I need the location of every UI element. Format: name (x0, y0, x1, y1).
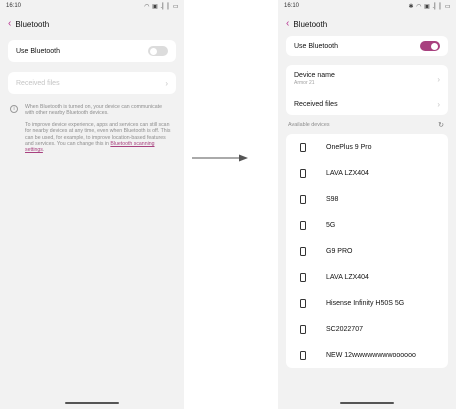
device-settings-card: Device name Armor 21 › Received files › (286, 65, 448, 115)
chevron-right-icon: › (165, 78, 168, 88)
device-name: Hisense Infinity H50S 5G (326, 299, 405, 307)
device-name: NEW 12wwwwwwwwoooooo (326, 351, 416, 359)
device-name: SC2022707 (326, 325, 363, 333)
title-bar: ‹ Bluetooth (278, 16, 456, 32)
back-arrow-icon[interactable]: ‹ (8, 19, 11, 29)
info-paragraph-1: When Bluetooth is turned on, your device… (25, 104, 162, 117)
use-bluetooth-card: Use Bluetooth (286, 36, 448, 56)
page-title: Bluetooth (15, 19, 50, 29)
back-arrow-icon[interactable]: ‹ (286, 19, 289, 29)
received-files-card: Received files › (8, 72, 176, 94)
received-files-row[interactable]: Received files › (286, 93, 448, 115)
use-bluetooth-card: Use Bluetooth (8, 40, 176, 62)
phone-icon (300, 194, 306, 204)
use-bluetooth-row[interactable]: Use Bluetooth (286, 36, 448, 56)
device-item[interactable]: 5G (286, 212, 448, 238)
received-files-label: Received files (16, 79, 60, 87)
refresh-spinner-icon: ↻ (438, 122, 444, 129)
status-time: 16:10 (6, 3, 22, 9)
bluetooth-toggle[interactable] (148, 46, 168, 56)
phone-icon (300, 324, 306, 334)
device-name-label: Device name (294, 72, 335, 79)
device-item[interactable]: LAVA LZX404 (286, 264, 448, 290)
phone-screen-bluetooth-on: 16:10 ✱ ◠ ▣ .▏▏▭ ‹ Bluetooth Use Bluetoo… (278, 0, 456, 409)
phone-icon (300, 220, 306, 230)
chevron-right-icon: › (437, 99, 440, 109)
status-icons: ◠ ▣ .▏▏▭ (144, 3, 179, 10)
device-item[interactable]: SC2022707 (286, 316, 448, 342)
device-name: LAVA LZX404 (326, 273, 369, 281)
device-item[interactable]: NEW 12wwwwwwwwoooooo (286, 342, 448, 368)
info-text: When Bluetooth is turned on, your device… (25, 104, 172, 159)
device-name: OnePlus 9 Pro (326, 143, 372, 151)
bluetooth-info: i When Bluetooth is turned on, your devi… (0, 98, 184, 159)
transition-arrow-icon (192, 154, 248, 162)
page-title: Bluetooth (293, 19, 328, 29)
phone-icon (300, 142, 306, 152)
device-item[interactable]: G9 PRO (286, 238, 448, 264)
toggle-knob (150, 47, 157, 55)
device-name-value: Armor 21 (294, 80, 315, 86)
phone-icon (300, 272, 306, 282)
device-name: G9 PRO (326, 247, 353, 255)
available-devices-label: Available devices (288, 122, 330, 128)
available-devices-header: Available devices ↻ (278, 118, 456, 132)
info-paragraph-2-end: . (42, 147, 45, 154)
phone-icon (300, 246, 306, 256)
device-name-row[interactable]: Device name Armor 21 › (286, 65, 448, 93)
status-icons: ✱ ◠ ▣ .▏▏▭ (408, 3, 451, 10)
use-bluetooth-label: Use Bluetooth (294, 42, 338, 50)
device-name: 5G (326, 221, 336, 229)
comparison-stage: 16:10 ◠ ▣ .▏▏▭ ‹ Bluetooth Use Bluetooth… (0, 0, 459, 409)
title-bar: ‹ Bluetooth (0, 16, 184, 32)
device-item[interactable]: Hisense Infinity H50S 5G (286, 290, 448, 316)
status-bar: 16:10 ◠ ▣ .▏▏▭ (0, 0, 184, 12)
home-indicator[interactable] (340, 402, 394, 404)
phone-icon (300, 168, 306, 178)
device-item[interactable]: S98 (286, 186, 448, 212)
device-item[interactable]: LAVA LZX404 (286, 160, 448, 186)
device-name: S98 (326, 195, 339, 203)
device-item[interactable]: OnePlus 9 Pro (286, 134, 448, 160)
home-indicator[interactable] (65, 402, 119, 404)
info-icon: i (10, 105, 18, 113)
received-files-row: Received files › (8, 72, 176, 94)
phone-screen-bluetooth-off: 16:10 ◠ ▣ .▏▏▭ ‹ Bluetooth Use Bluetooth… (0, 0, 184, 409)
use-bluetooth-label: Use Bluetooth (16, 47, 60, 55)
status-bar: 16:10 ✱ ◠ ▣ .▏▏▭ (278, 0, 456, 12)
chevron-right-icon: › (437, 74, 440, 84)
status-time: 16:10 (284, 3, 300, 9)
toggle-knob (431, 42, 438, 50)
bluetooth-toggle[interactable] (420, 41, 440, 51)
use-bluetooth-row[interactable]: Use Bluetooth (8, 40, 176, 62)
phone-icon (300, 350, 306, 360)
info-paragraph-2: To improve device experience, apps and s… (25, 122, 172, 154)
phone-icon (300, 298, 306, 308)
received-files-label: Received files (294, 100, 338, 108)
device-list: OnePlus 9 Pro LAVA LZX404 S98 5G G9 PRO … (286, 134, 448, 368)
device-name-text: Device name Armor 21 (294, 72, 335, 86)
device-name: LAVA LZX404 (326, 169, 369, 177)
